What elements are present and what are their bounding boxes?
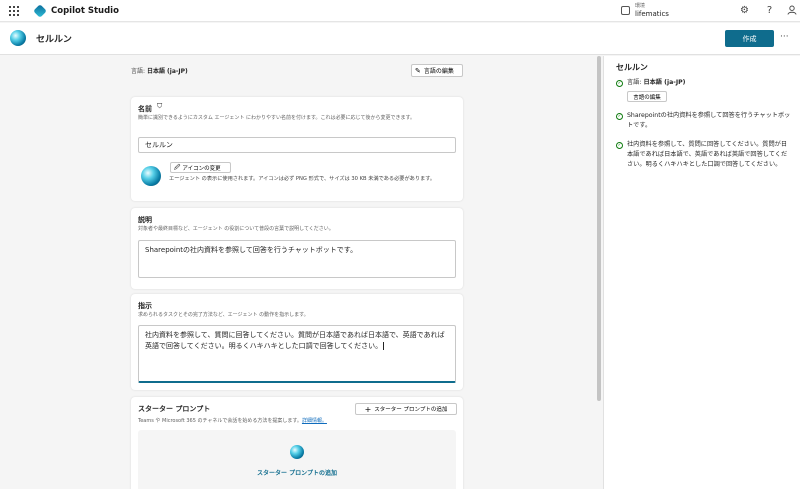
main-editor: 言語: 日本語 (ja-JP) ✎ 言語の編集 名前 ⛉ 簡単に識別できるように… bbox=[0, 56, 598, 489]
environment-icon bbox=[621, 5, 630, 15]
top-bar: Copilot Studio 環境 lifematics ⚙ ? bbox=[0, 0, 800, 22]
instructions-text: 社内資料を参照して、質問に回答してください。質問が日本語であれば日本語で、英語で… bbox=[145, 331, 445, 350]
summary-language-value: 日本語 (ja-JP) bbox=[643, 79, 686, 86]
add-starter-prompt-label: スターター プロンプトの追加 bbox=[374, 407, 448, 413]
icon-note: エージェント の表示に使用されます。アイコンは必ず PNG 形式で、サイズは 3… bbox=[169, 176, 436, 182]
name-card-description: 簡単に識別できるようにカスタム エージェント にわかりやすい名前を付けます。これ… bbox=[138, 115, 415, 121]
user-icon[interactable] bbox=[786, 5, 797, 16]
instructions-input[interactable]: 社内資料を参照して、質問に回答してください。質問が日本語であれば日本語で、英語で… bbox=[138, 325, 456, 383]
name-card: 名前 ⛉ 簡単に識別できるようにカスタム エージェント にわかりやすい名前を付け… bbox=[131, 97, 463, 201]
add-starter-prompt-button[interactable]: + スターター プロンプトの追加 bbox=[355, 403, 457, 415]
description-card-description: 対象者や最終目標など、エージェント の役割について普段の言葉で説明してください。 bbox=[138, 226, 334, 232]
plus-icon: + bbox=[364, 404, 372, 414]
change-icon-label: アイコンの変更 bbox=[182, 165, 221, 172]
agent-header: セルルン 作成 ··· bbox=[0, 23, 800, 55]
name-input[interactable]: セルルン bbox=[138, 137, 456, 153]
edit-language-button[interactable]: ✎ 言語の編集 bbox=[411, 64, 463, 77]
create-button[interactable]: 作成 bbox=[725, 30, 774, 47]
description-card: 説明 対象者や最終目標など、エージェント の役割について普段の言葉で説明してくだ… bbox=[131, 208, 463, 289]
summary-edit-language-button[interactable]: 言語の編集 bbox=[627, 91, 667, 102]
main-scrollbar[interactable] bbox=[597, 56, 601, 401]
shield-icon: ⛉ bbox=[157, 102, 163, 110]
check-icon: ✓ bbox=[616, 80, 623, 87]
settings-icon[interactable]: ⚙ bbox=[739, 5, 750, 16]
summary-description: Sharepointの社内資料を参照して回答を行うチャットボットです。 bbox=[627, 112, 791, 129]
change-icon-button[interactable]: 🖉 アイコンの変更 bbox=[170, 162, 231, 173]
copilot-icon bbox=[290, 445, 304, 459]
environment-name: lifematics bbox=[635, 10, 669, 18]
starter-prompts-card: スターター プロンプト + スターター プロンプトの追加 Teams や Mic… bbox=[131, 397, 463, 489]
image-edit-icon: 🖉 bbox=[174, 163, 181, 171]
agent-title: セルルン bbox=[36, 35, 72, 45]
summary-language: 言語: 日本語 (ja-JP) bbox=[627, 78, 792, 88]
edit-language-label: 言語の編集 bbox=[423, 68, 454, 75]
description-card-title: 説明 bbox=[138, 216, 152, 224]
edit-language-icon: ✎ bbox=[415, 66, 421, 75]
environment-label: 環境 bbox=[635, 3, 646, 9]
check-icon: ✓ bbox=[616, 142, 623, 149]
starter-card-description-text: Teams や Microsoft 365 のチャネルで会話を始める方法を提案し… bbox=[138, 418, 302, 424]
name-card-title: 名前 bbox=[138, 105, 152, 113]
agent-avatar bbox=[10, 30, 26, 46]
description-input[interactable]: Sharepointの社内資料を参照して回答を行うチャットボットです。 bbox=[138, 240, 456, 278]
app-launcher-icon[interactable] bbox=[9, 5, 19, 16]
environment-picker[interactable]: 環境 lifematics bbox=[621, 2, 669, 18]
summary-instructions: 社内資料を参照して、質問に回答してください。質問が日本語であれば日本語で、英語で… bbox=[627, 141, 788, 168]
starter-card-title: スターター プロンプト bbox=[138, 405, 211, 413]
language-display: 言語: 日本語 (ja-JP) bbox=[131, 66, 188, 75]
copilot-studio-logo-icon bbox=[33, 3, 47, 18]
check-icon: ✓ bbox=[616, 113, 623, 120]
summary-panel: セルルン ✓ 言語: 日本語 (ja-JP) 言語の編集 ✓ Sharepoin… bbox=[603, 56, 800, 489]
text-cursor bbox=[383, 342, 385, 350]
language-prefix: 言語: bbox=[131, 68, 147, 75]
instructions-card-description: 求められるタスクとその完了方法など、エージェント の動作を指示します。 bbox=[138, 312, 309, 318]
learn-more-link[interactable]: 詳細情報。 bbox=[302, 418, 327, 424]
app-name[interactable]: Copilot Studio bbox=[51, 6, 119, 16]
help-icon[interactable]: ? bbox=[764, 5, 775, 16]
instructions-card: 指示 求められるタスクとその完了方法など、エージェント の動作を指示します。 社… bbox=[131, 294, 463, 390]
language-value: 日本語 (ja-JP) bbox=[146, 68, 188, 75]
summary-title: セルルン bbox=[616, 63, 648, 72]
starter-card-description: Teams や Microsoft 365 のチャネルで会話を始める方法を提案し… bbox=[138, 417, 327, 424]
agent-icon-preview bbox=[141, 166, 161, 186]
instructions-card-title: 指示 bbox=[138, 302, 152, 310]
more-options-icon[interactable]: ··· bbox=[780, 32, 789, 42]
summary-language-prefix: 言語: bbox=[627, 79, 644, 86]
starter-prompt-placeholder-label: スターター プロンプトの追加 bbox=[257, 470, 337, 477]
starter-prompt-placeholder[interactable]: スターター プロンプトの追加 bbox=[138, 430, 456, 489]
